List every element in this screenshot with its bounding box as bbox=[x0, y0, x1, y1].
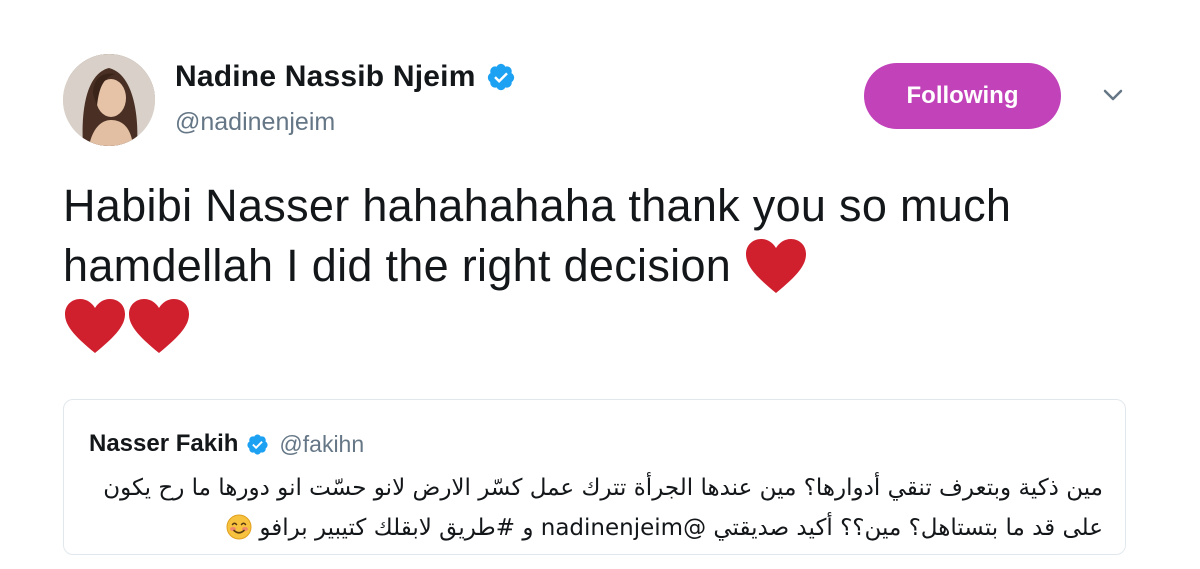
avatar-photo bbox=[63, 54, 155, 146]
quoted-tweet-header: Nasser Fakih @fakihn bbox=[89, 430, 364, 458]
quoted-author-name[interactable]: Nasser Fakih bbox=[89, 430, 238, 458]
red-heart-icon bbox=[65, 299, 125, 353]
author-display-name[interactable]: Nadine Nassib Njeim bbox=[175, 60, 476, 94]
verified-badge-icon bbox=[247, 433, 268, 455]
quoted-author-handle[interactable]: @fakihn bbox=[279, 431, 364, 458]
verified-badge-icon bbox=[487, 63, 514, 91]
quoted-tweet-text: مين ذكية وبتعرف تنقي أدوارها؟ مين عندها … bbox=[103, 475, 1103, 541]
chevron-down-icon[interactable] bbox=[1098, 85, 1128, 105]
author-handle[interactable]: @nadinenjeim bbox=[175, 108, 335, 137]
tweet-text: Habibi Nasser hahahahaha thank you so mu… bbox=[63, 180, 1012, 291]
author-name-row: Nadine Nassib Njeim bbox=[175, 60, 516, 94]
quoted-tweet-body: مين ذكية وبتعرف تنقي أدوارها؟ مين عندها … bbox=[93, 468, 1103, 548]
red-heart-icon bbox=[745, 239, 806, 293]
tweet-body: Habibi Nasser hahahahaha thank you so mu… bbox=[63, 176, 1093, 356]
red-heart-icon bbox=[129, 299, 189, 353]
following-button[interactable]: Following bbox=[864, 63, 1061, 129]
quoted-tweet-card[interactable]: Nasser Fakih @fakihn مين ذكية وبتعرف تنق… bbox=[63, 399, 1126, 555]
profile-avatar[interactable] bbox=[63, 54, 155, 146]
smiling-face-icon bbox=[226, 514, 252, 540]
